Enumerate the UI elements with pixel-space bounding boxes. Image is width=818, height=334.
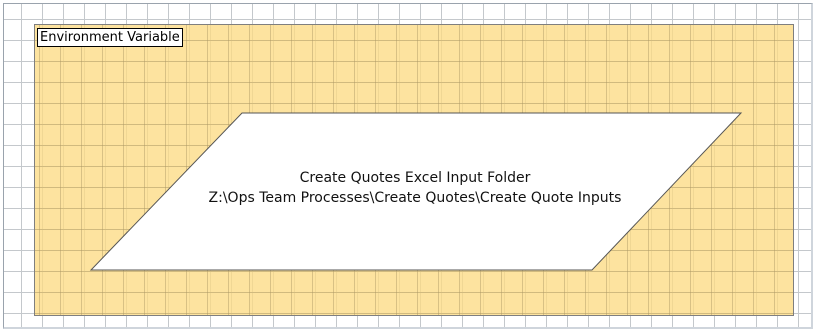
data-item-shape[interactable] <box>0 0 818 334</box>
data-item-value: Z:\Ops Team Processes\Create Quotes\Crea… <box>208 190 622 206</box>
process-canvas[interactable]: Environment Variable Create Quotes Excel… <box>0 0 818 334</box>
data-item-text: Create Quotes Excel Input Folder Z:\Ops … <box>100 168 730 208</box>
data-item-name: Create Quotes Excel Input Folder <box>299 170 531 186</box>
